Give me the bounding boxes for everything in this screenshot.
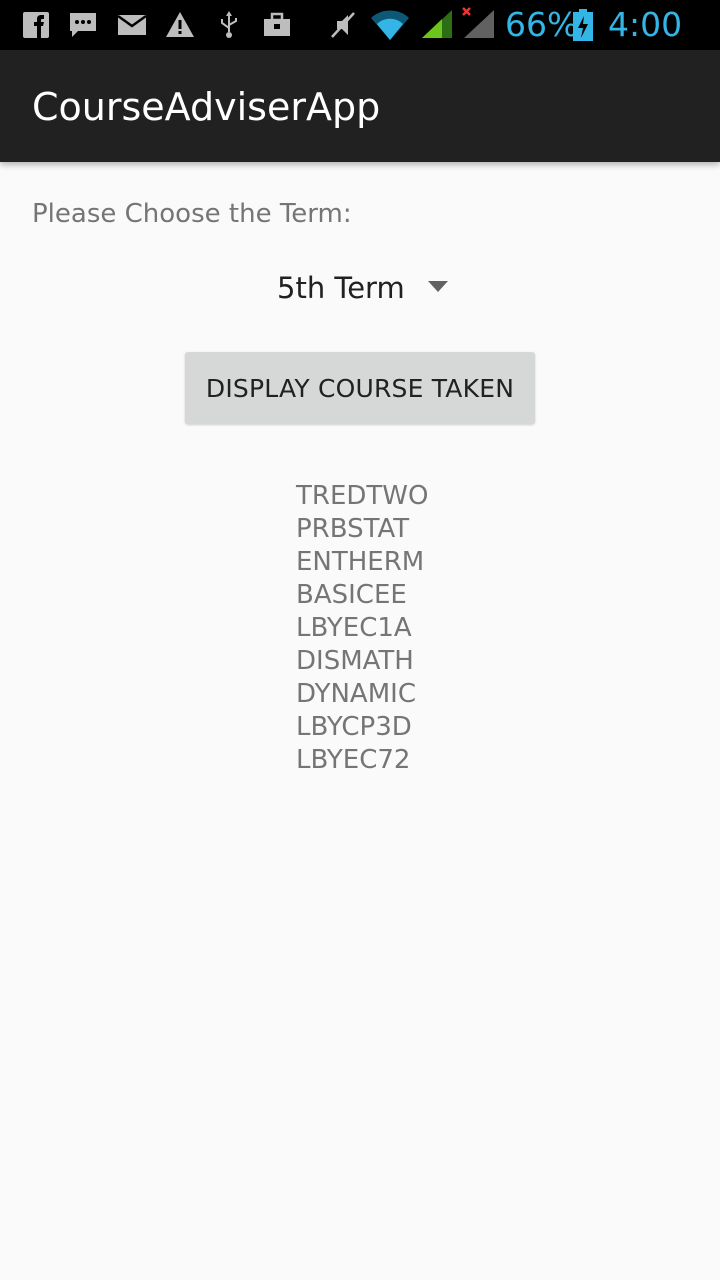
dropdown-arrow-icon [428, 281, 448, 292]
course-item: DYNAMIC [296, 679, 416, 709]
wifi-icon [371, 10, 409, 40]
mail-icon [117, 14, 147, 35]
battery-percent: 66% [505, 5, 579, 44]
display-course-taken-button[interactable]: DISPLAY COURSE TAKEN [185, 352, 535, 424]
battery-charging-icon [573, 9, 593, 41]
course-item: ENTHERM [296, 547, 425, 577]
course-item: LBYCP3D [296, 712, 412, 742]
course-item: PRBSTAT [296, 514, 410, 544]
usb-icon [221, 11, 237, 38]
mute-icon [331, 12, 355, 38]
status-bar: 66% 4:00 PM [0, 0, 720, 84]
term-spinner[interactable]: 5th Term [262, 262, 462, 314]
app-title: CourseAdviserApp [32, 85, 381, 129]
chat-icon [70, 13, 96, 37]
course-item: LBYEC1A [296, 613, 412, 643]
signal-no-sim-icon [462, 7, 494, 38]
warning-icon [166, 12, 194, 37]
facebook-icon [23, 12, 49, 38]
briefcase-icon [264, 12, 290, 36]
term-prompt-label: Please Choose the Term: [32, 199, 352, 229]
course-list: TREDTWO PRBSTAT ENTHERM BASICEE LBYEC1A … [296, 480, 428, 777]
app-bar: CourseAdviserApp [0, 50, 720, 162]
clock-time: 4:00 [608, 5, 683, 44]
term-spinner-value: 5th Term [277, 271, 405, 305]
course-item: LBYEC72 [296, 745, 411, 775]
signal-icon [422, 10, 452, 38]
course-item: BASICEE [296, 580, 407, 610]
course-item: TREDTWO [296, 481, 429, 511]
course-item: DISMATH [296, 646, 414, 676]
